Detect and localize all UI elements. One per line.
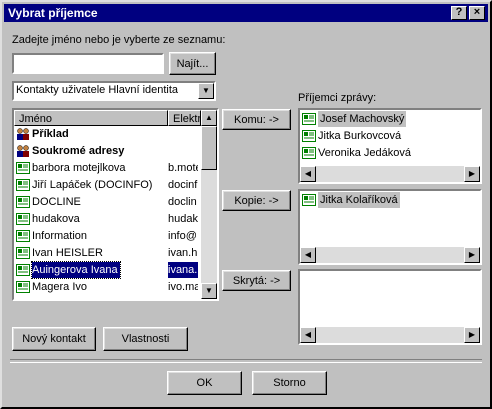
contact-card-icon [16, 281, 30, 293]
contact-name: Soukromé adresy [32, 145, 125, 157]
contact-row[interactable]: DOCLINE doclin [14, 194, 201, 210]
contact-name: DOCLINE [32, 196, 81, 208]
properties-button[interactable]: Vlastnosti [103, 327, 188, 351]
contact-name: barbora motejlkova [32, 162, 126, 174]
contact-row[interactable]: Auingerova Ivana ivana. [14, 261, 201, 279]
cc-recipients-list[interactable]: Jitka Kolaříková ◀ ▶ [298, 189, 482, 265]
recipient-name: Veronika Jedáková [318, 147, 411, 159]
contact-email: ivo.ma [168, 281, 198, 293]
contacts-scrollbar[interactable]: ▲ ▼ [201, 110, 217, 299]
recipients-label: Příjemci zprávy: [298, 92, 377, 104]
contact-row[interactable]: Magera Ivo ivo.ma [14, 279, 201, 295]
cancel-button[interactable]: Storno [252, 371, 327, 395]
contact-card-icon [16, 196, 30, 208]
group-icon [16, 145, 30, 157]
search-input[interactable] [12, 53, 164, 74]
contact-card-icon [302, 194, 316, 206]
contact-email: b.mote [168, 162, 198, 174]
contact-row[interactable]: barbora motejlkova b.mote [14, 160, 201, 176]
contact-row[interactable]: Příklad [14, 126, 201, 142]
scroll-right-icon[interactable]: ▶ [464, 166, 480, 182]
contact-card-icon [302, 113, 316, 125]
contact-email: doclin [168, 196, 197, 208]
contact-email: docinf [168, 179, 198, 191]
contact-email: info@ [168, 230, 197, 242]
close-button[interactable]: × [469, 6, 485, 20]
column-header-name[interactable]: Jméno [14, 110, 168, 126]
scroll-right-icon[interactable]: ▶ [464, 247, 480, 263]
contact-name: Magera Ivo [32, 281, 88, 293]
contact-name: Ivan HEISLER [32, 247, 103, 259]
contact-card-icon [16, 264, 30, 276]
contact-row[interactable]: Ivan HEISLER ivan.h [14, 245, 201, 261]
recipient-row[interactable]: Jitka Burkovcová [300, 128, 480, 144]
help-button[interactable]: ? [451, 6, 467, 20]
contact-email: ivan.h [168, 247, 198, 259]
scroll-up-icon[interactable]: ▲ [201, 110, 217, 126]
recipient-name: Jitka Burkovcová [318, 130, 402, 142]
bcc-button[interactable]: Skrytá: -> [222, 270, 291, 291]
contact-card-icon [16, 247, 30, 259]
source-select[interactable]: Kontakty uživatele Hlavní identita ▼ [12, 81, 216, 101]
contact-name: Information [32, 230, 88, 242]
search-prompt: Zadejte jméno nebo je vyberte ze seznamu… [12, 34, 226, 46]
contact-card-icon [16, 179, 30, 191]
contact-email: hudak [168, 213, 198, 225]
find-button[interactable]: Najít... [169, 52, 216, 75]
group-icon [16, 128, 30, 140]
properties-label: Vlastnosti [121, 333, 170, 345]
bcc-hscrollbar[interactable]: ◀ ▶ [300, 327, 480, 343]
cc-button[interactable]: Kopie: -> [222, 190, 291, 211]
contact-card-icon [16, 230, 30, 242]
bcc-recipients-list[interactable]: ◀ ▶ [298, 269, 482, 345]
footer-divider [10, 359, 482, 363]
scroll-left-icon[interactable]: ◀ [300, 247, 316, 263]
recipient-row[interactable]: Josef Machovský [300, 111, 480, 127]
contact-row[interactable]: Information info@ [14, 228, 201, 244]
scroll-down-icon[interactable]: ▼ [201, 283, 217, 299]
contact-row[interactable]: Soukromé adresy [14, 143, 201, 159]
recipient-row[interactable]: Jitka Kolaříková [300, 192, 480, 208]
title-bar[interactable]: Vybrat příjemce ? × [4, 4, 488, 22]
contact-name: Jiří Lapáček (DOCINFO) [32, 179, 153, 191]
column-header-email[interactable]: Elektro [168, 110, 201, 126]
new-contact-label: Nový kontakt [22, 333, 86, 345]
contacts-list[interactable]: Jméno Elektro Příklad Soukromé adresy barb… [12, 108, 219, 301]
ok-button[interactable]: OK [167, 371, 242, 395]
contact-email: ivana. [168, 262, 198, 278]
source-select-value: Kontakty uživatele Hlavní identita [16, 84, 179, 96]
contact-name: Příklad [32, 128, 69, 140]
scroll-right-icon[interactable]: ▶ [464, 327, 480, 343]
contact-row[interactable]: hudakova hudak [14, 211, 201, 227]
contact-name: Auingerova Ivana [31, 261, 121, 279]
contact-card-icon [302, 147, 316, 159]
recipient-name: Josef Machovský [318, 111, 407, 127]
recipient-dialog: Vybrat příjemce ? × Zadejte jméno nebo j… [0, 0, 492, 409]
to-hscrollbar[interactable]: ◀ ▶ [300, 166, 480, 182]
contact-row[interactable]: Jiří Lapáček (DOCINFO) docinf [14, 177, 201, 193]
contact-card-icon [16, 162, 30, 174]
new-contact-button[interactable]: Nový kontakt [12, 327, 96, 351]
recipient-name: Jitka Kolaříková [318, 192, 400, 208]
scroll-left-icon[interactable]: ◀ [300, 166, 316, 182]
contact-name: hudakova [32, 213, 80, 225]
cc-hscrollbar[interactable]: ◀ ▶ [300, 247, 480, 263]
contact-card-icon [302, 130, 316, 142]
to-recipients-list[interactable]: Josef Machovský Jitka Burkovcová Veronika … [298, 108, 482, 184]
scroll-left-icon[interactable]: ◀ [300, 327, 316, 343]
window-title: Vybrat příjemce [8, 6, 98, 20]
recipient-row[interactable]: Veronika Jedáková [300, 145, 480, 161]
to-button[interactable]: Komu: -> [222, 109, 291, 130]
scroll-thumb[interactable] [201, 126, 217, 170]
chevron-down-icon[interactable]: ▼ [198, 83, 214, 99]
contact-card-icon [16, 213, 30, 225]
